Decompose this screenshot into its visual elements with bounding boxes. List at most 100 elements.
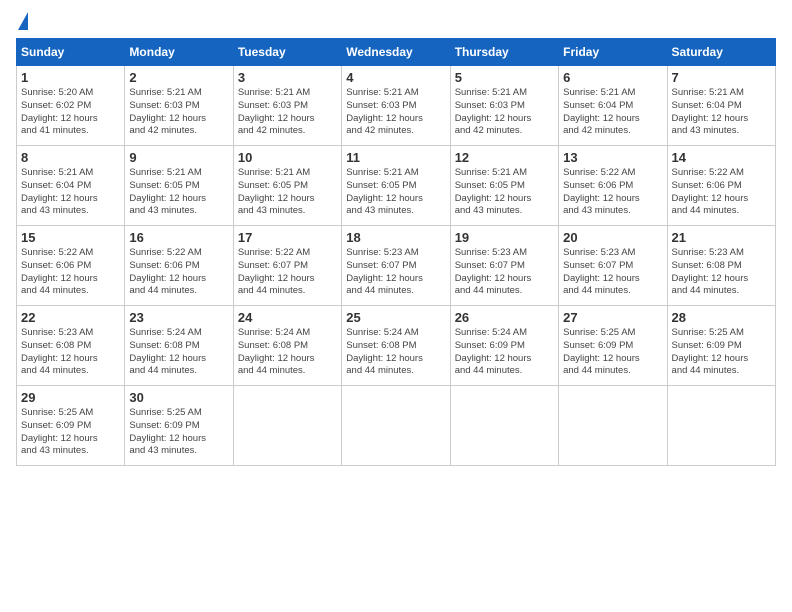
day-info: Sunrise: 5:24 AM Sunset: 6:09 PM Dayligh…	[455, 327, 554, 378]
calendar-cell	[450, 386, 558, 466]
calendar-cell: 26 Sunrise: 5:24 AM Sunset: 6:09 PM Dayli…	[450, 306, 558, 386]
day-number: 20	[563, 230, 662, 245]
calendar-cell: 20 Sunrise: 5:23 AM Sunset: 6:07 PM Dayli…	[559, 226, 667, 306]
day-number: 11	[346, 150, 445, 165]
day-info: Sunrise: 5:21 AM Sunset: 6:04 PM Dayligh…	[21, 167, 120, 218]
calendar-cell: 25 Sunrise: 5:24 AM Sunset: 6:08 PM Dayli…	[342, 306, 450, 386]
day-info: Sunrise: 5:21 AM Sunset: 6:05 PM Dayligh…	[238, 167, 337, 218]
calendar-week-row-5: 29 Sunrise: 5:25 AM Sunset: 6:09 PM Dayli…	[17, 386, 776, 466]
day-info: Sunrise: 5:21 AM Sunset: 6:05 PM Dayligh…	[455, 167, 554, 218]
day-number: 6	[563, 70, 662, 85]
logo-triangle-icon	[18, 12, 28, 30]
day-info: Sunrise: 5:25 AM Sunset: 6:09 PM Dayligh…	[563, 327, 662, 378]
calendar-cell: 24Sunrise: 5:24 AM Sunset: 6:08 PM Dayli…	[233, 306, 341, 386]
calendar-cell: 30Sunrise: 5:25 AM Sunset: 6:09 PM Dayli…	[125, 386, 233, 466]
calendar-cell: 27 Sunrise: 5:25 AM Sunset: 6:09 PM Dayli…	[559, 306, 667, 386]
page-header	[16, 16, 776, 30]
day-info: Sunrise: 5:21 AM Sunset: 6:05 PM Dayligh…	[346, 167, 445, 218]
calendar-header-tuesday: Tuesday	[233, 39, 341, 66]
calendar-cell: 2 Sunrise: 5:21 AM Sunset: 6:03 PM Daylig…	[125, 66, 233, 146]
day-info: Sunrise: 5:23 AM Sunset: 6:07 PM Dayligh…	[563, 247, 662, 298]
calendar-cell: 3 Sunrise: 5:21 AM Sunset: 6:03 PM Daylig…	[233, 66, 341, 146]
day-info: Sunrise: 5:25 AM Sunset: 6:09 PM Dayligh…	[672, 327, 771, 378]
day-number: 16	[129, 230, 228, 245]
day-number: 9	[129, 150, 228, 165]
day-number: 28	[672, 310, 771, 325]
calendar-cell	[233, 386, 341, 466]
calendar-cell: 5 Sunrise: 5:21 AM Sunset: 6:03 PM Daylig…	[450, 66, 558, 146]
day-number: 12	[455, 150, 554, 165]
calendar-cell: 13 Sunrise: 5:22 AM Sunset: 6:06 PM Dayli…	[559, 146, 667, 226]
calendar-header-friday: Friday	[559, 39, 667, 66]
day-info: Sunrise: 5:24 AM Sunset: 6:08 PM Dayligh…	[238, 327, 337, 378]
day-info: Sunrise: 5:22 AM Sunset: 6:06 PM Dayligh…	[21, 247, 120, 298]
calendar-header-monday: Monday	[125, 39, 233, 66]
day-info: Sunrise: 5:21 AM Sunset: 6:03 PM Dayligh…	[455, 87, 554, 138]
calendar-cell	[559, 386, 667, 466]
day-number: 14	[672, 150, 771, 165]
calendar-week-row-1: 1 Sunrise: 5:20 AM Sunset: 6:02 PM Daylig…	[17, 66, 776, 146]
day-number: 13	[563, 150, 662, 165]
day-number: 4	[346, 70, 445, 85]
day-number: 30	[129, 390, 228, 405]
calendar-cell: 18 Sunrise: 5:23 AM Sunset: 6:07 PM Dayli…	[342, 226, 450, 306]
day-info: Sunrise: 5:23 AM Sunset: 6:08 PM Dayligh…	[672, 247, 771, 298]
calendar-header-sunday: Sunday	[17, 39, 125, 66]
day-number: 7	[672, 70, 771, 85]
day-info: Sunrise: 5:22 AM Sunset: 6:06 PM Dayligh…	[563, 167, 662, 218]
calendar-cell: 16 Sunrise: 5:22 AM Sunset: 6:06 PM Dayli…	[125, 226, 233, 306]
calendar-cell: 29 Sunrise: 5:25 AM Sunset: 6:09 PM Dayli…	[17, 386, 125, 466]
day-info: Sunrise: 5:23 AM Sunset: 6:07 PM Dayligh…	[455, 247, 554, 298]
day-info: Sunrise: 5:25 AM Sunset: 6:09 PM Dayligh…	[21, 407, 120, 458]
day-number: 10	[238, 150, 337, 165]
calendar-cell: 1 Sunrise: 5:20 AM Sunset: 6:02 PM Daylig…	[17, 66, 125, 146]
day-number: 15	[21, 230, 120, 245]
day-number: 19	[455, 230, 554, 245]
day-info: Sunrise: 5:21 AM Sunset: 6:04 PM Dayligh…	[672, 87, 771, 138]
day-info: Sunrise: 5:24 AM Sunset: 6:08 PM Dayligh…	[129, 327, 228, 378]
calendar-cell: 28 Sunrise: 5:25 AM Sunset: 6:09 PM Dayli…	[667, 306, 775, 386]
calendar-week-row-2: 8Sunrise: 5:21 AM Sunset: 6:04 PM Daylig…	[17, 146, 776, 226]
day-number: 5	[455, 70, 554, 85]
calendar-header-saturday: Saturday	[667, 39, 775, 66]
day-info: Sunrise: 5:24 AM Sunset: 6:08 PM Dayligh…	[346, 327, 445, 378]
day-info: Sunrise: 5:22 AM Sunset: 6:07 PM Dayligh…	[238, 247, 337, 298]
calendar-header-thursday: Thursday	[450, 39, 558, 66]
calendar-cell: 10 Sunrise: 5:21 AM Sunset: 6:05 PM Dayli…	[233, 146, 341, 226]
calendar-cell: 21Sunrise: 5:23 AM Sunset: 6:08 PM Dayli…	[667, 226, 775, 306]
day-info: Sunrise: 5:22 AM Sunset: 6:06 PM Dayligh…	[672, 167, 771, 218]
calendar-cell: 4 Sunrise: 5:21 AM Sunset: 6:03 PM Daylig…	[342, 66, 450, 146]
day-number: 25	[346, 310, 445, 325]
calendar-cell: 8Sunrise: 5:21 AM Sunset: 6:04 PM Daylig…	[17, 146, 125, 226]
calendar-cell	[667, 386, 775, 466]
day-number: 2	[129, 70, 228, 85]
day-info: Sunrise: 5:21 AM Sunset: 6:03 PM Dayligh…	[346, 87, 445, 138]
day-info: Sunrise: 5:23 AM Sunset: 6:08 PM Dayligh…	[21, 327, 120, 378]
calendar-cell: 17Sunrise: 5:22 AM Sunset: 6:07 PM Dayli…	[233, 226, 341, 306]
calendar-cell: 9 Sunrise: 5:21 AM Sunset: 6:05 PM Daylig…	[125, 146, 233, 226]
calendar-cell	[342, 386, 450, 466]
day-number: 18	[346, 230, 445, 245]
day-info: Sunrise: 5:22 AM Sunset: 6:06 PM Dayligh…	[129, 247, 228, 298]
calendar-header-wednesday: Wednesday	[342, 39, 450, 66]
calendar-header-row: SundayMondayTuesdayWednesdayThursdayFrid…	[17, 39, 776, 66]
day-info: Sunrise: 5:21 AM Sunset: 6:03 PM Dayligh…	[129, 87, 228, 138]
day-info: Sunrise: 5:21 AM Sunset: 6:03 PM Dayligh…	[238, 87, 337, 138]
calendar-cell: 19 Sunrise: 5:23 AM Sunset: 6:07 PM Dayli…	[450, 226, 558, 306]
day-info: Sunrise: 5:23 AM Sunset: 6:07 PM Dayligh…	[346, 247, 445, 298]
calendar-cell: 15 Sunrise: 5:22 AM Sunset: 6:06 PM Dayli…	[17, 226, 125, 306]
day-number: 29	[21, 390, 120, 405]
day-number: 3	[238, 70, 337, 85]
calendar-cell: 14 Sunrise: 5:22 AM Sunset: 6:06 PM Dayli…	[667, 146, 775, 226]
day-number: 27	[563, 310, 662, 325]
calendar-cell: 12 Sunrise: 5:21 AM Sunset: 6:05 PM Dayli…	[450, 146, 558, 226]
calendar-cell: 23 Sunrise: 5:24 AM Sunset: 6:08 PM Dayli…	[125, 306, 233, 386]
calendar-table: SundayMondayTuesdayWednesdayThursdayFrid…	[16, 38, 776, 466]
day-info: Sunrise: 5:20 AM Sunset: 6:02 PM Dayligh…	[21, 87, 120, 138]
day-number: 26	[455, 310, 554, 325]
day-info: Sunrise: 5:21 AM Sunset: 6:04 PM Dayligh…	[563, 87, 662, 138]
day-info: Sunrise: 5:21 AM Sunset: 6:05 PM Dayligh…	[129, 167, 228, 218]
day-number: 23	[129, 310, 228, 325]
day-number: 1	[21, 70, 120, 85]
calendar-week-row-3: 15 Sunrise: 5:22 AM Sunset: 6:06 PM Dayli…	[17, 226, 776, 306]
